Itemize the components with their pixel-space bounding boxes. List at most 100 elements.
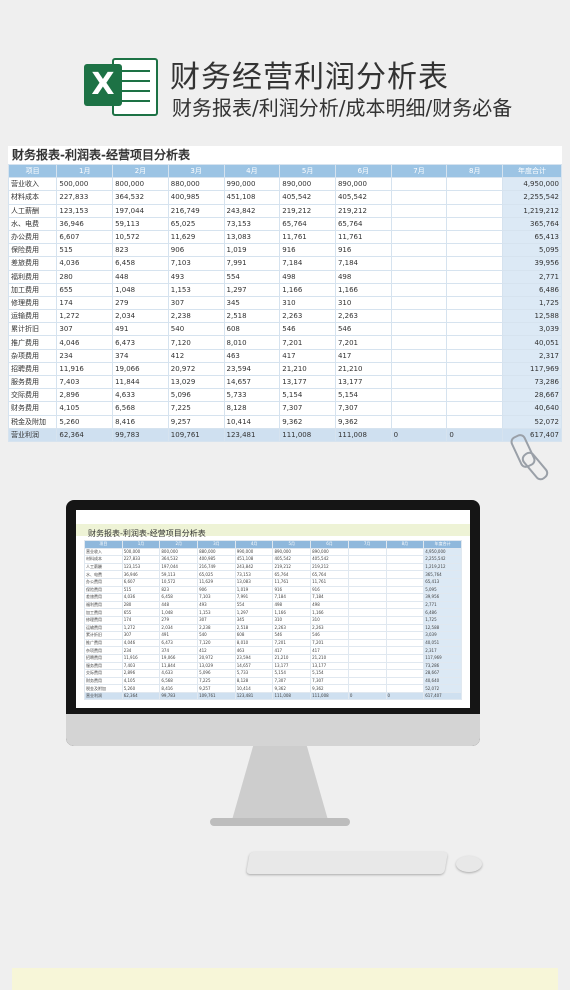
spreadsheet: 财务报表-利润表-经营项目分析表 项目 1月 2月 3月 4月 5月 6月 7月 8月 年度合计 …: [7, 146, 562, 442]
mini-table-cell: [347, 661, 387, 671]
mini-table-cell: 5,154: [310, 669, 349, 678]
mini-table-cell: 493: [197, 600, 236, 610]
column-header: 6月: [334, 163, 392, 179]
mini-row-label: 税金及附加: [84, 684, 123, 693]
mini-table-cell: 52,072: [423, 684, 462, 693]
mini-table-cell: 13,177: [310, 661, 349, 671]
table-cell: 4,046: [56, 335, 114, 350]
mini-table-cell: 62,364: [121, 691, 161, 701]
mini-table-cell: 23,594: [234, 653, 274, 663]
mini-table-row: 福利费用 280 448 493 554 498 498 2,771: [84, 600, 462, 610]
mini-table-cell: 11,916: [121, 653, 161, 663]
table-cell: 0: [446, 427, 504, 442]
table-row: 加工费用 655 1,048 1,153 1,297 1,166 1,166 6,486: [7, 282, 562, 297]
table-cell: [390, 374, 448, 390]
table-cell: [390, 243, 448, 258]
table-row: 推广费用 4,046 6,473 7,120 8,010 7,201 7,201 40,051: [7, 335, 562, 350]
mini-table-cell: 307: [197, 615, 236, 625]
table-cell: 9,362: [334, 414, 392, 429]
table-cell: 8,416: [112, 414, 169, 429]
table-cell: 7,184: [279, 256, 336, 271]
table-cell: 4,950,000: [502, 177, 562, 192]
mini-table-cell: [347, 585, 387, 595]
mini-table-cell: 405,542: [272, 555, 312, 564]
table-cell: 2,255,542: [502, 190, 562, 205]
table-cell: [390, 322, 448, 337]
row-label: 修理费用: [7, 295, 58, 311]
mini-table-cell: [347, 669, 387, 678]
mini-table-cell: 1,019: [234, 585, 274, 595]
table-cell: 11,761: [279, 229, 336, 245]
mini-row-label: 人工薪酬: [84, 562, 123, 572]
table-cell: 11,761: [334, 229, 392, 245]
table-cell: 12,588: [502, 309, 562, 324]
table-cell: 21,210: [279, 361, 336, 377]
table-cell: [390, 348, 448, 363]
mini-table-cell: 19,066: [159, 653, 199, 663]
mini-table-cell: 73,153: [234, 570, 274, 579]
mini-table-cell: [385, 585, 425, 595]
table-cell: 364,532: [112, 190, 169, 205]
profit-table: 项目 1月 2月 3月 4月 5月 6月 7月 8月 年度合计 营业收入 500,000 800,00…: [7, 163, 562, 442]
table-cell: 374: [112, 348, 169, 363]
table-cell: 6,568: [112, 401, 169, 416]
mini-row-label: 材料成本: [84, 555, 123, 564]
table-cell: [390, 203, 448, 218]
table-cell: 2,263: [334, 309, 392, 324]
mini-row-label: 交际费用: [84, 669, 123, 678]
table-cell: 345: [223, 295, 281, 311]
table-cell: 216,749: [167, 203, 225, 218]
mini-table-cell: [347, 653, 387, 663]
table-cell: 6,458: [112, 256, 169, 271]
mini-row-label: 加工费用: [84, 608, 123, 617]
mini-table-row: 累计折旧 307 491 540 608 546 546 3,039: [84, 631, 462, 640]
mini-table-cell: 500,000: [121, 547, 161, 557]
table-cell: 1,725: [502, 295, 562, 311]
table-cell: 13,083: [223, 229, 281, 245]
mini-table-cell: 451,108: [234, 555, 274, 564]
table-row: 水、电费 36,946 59,113 65,025 73,153 65,764 65,764…: [7, 216, 562, 231]
mini-table-cell: 123,481: [234, 691, 274, 701]
table-cell: [446, 401, 504, 416]
mini-table-cell: [385, 608, 425, 617]
table-cell: [446, 256, 504, 271]
mini-row-label: 运输费用: [84, 623, 123, 633]
row-label: 营业收入: [7, 177, 58, 192]
mini-table-cell: 9,362: [310, 684, 349, 693]
table-cell: 280: [56, 269, 114, 284]
mini-table-cell: 5,095: [423, 585, 462, 595]
table-cell: 109,761: [167, 427, 225, 442]
table-cell: 906: [167, 243, 225, 258]
mini-table-cell: [385, 661, 425, 671]
table-cell: 7,403: [56, 374, 114, 390]
mini-table-cell: 21,210: [272, 653, 312, 663]
row-label: 招聘费用: [7, 361, 58, 377]
mini-table-cell: 0: [347, 691, 387, 701]
table-cell: 7,201: [334, 335, 392, 350]
mini-table-cell: [347, 631, 387, 640]
table-cell: 59,113: [112, 216, 169, 231]
table-cell: 117,969: [502, 361, 562, 377]
table-cell: 365,764: [502, 216, 562, 231]
row-label: 材料成本: [7, 190, 58, 205]
mini-table-cell: 28,667: [423, 669, 462, 678]
row-label: 服务费用: [7, 374, 58, 390]
mini-table-cell: [347, 547, 387, 557]
table-cell: 243,842: [223, 203, 281, 218]
table-cell: 8,128: [223, 401, 281, 416]
table-row: 营业利润 62,364 99,783 109,761 123,481 111,008 111…: [7, 427, 562, 442]
mini-table-row: 财务费用 4,105 6,568 7,225 8,128 7,307 7,307 40,640: [84, 676, 462, 686]
mini-table-cell: 310: [310, 615, 349, 625]
table-cell: 7,307: [334, 401, 392, 416]
table-cell: 39,956: [502, 256, 562, 271]
mini-table-cell: 111,008: [272, 691, 312, 701]
mini-profit-table: 项目 1月 2月 3月 4月 5月 6月 7月 8月 年度合计 营业收入 500,000 800,00…: [84, 540, 462, 701]
mini-table-cell: 7,991: [234, 593, 274, 602]
mini-table-cell: 1,272: [121, 623, 161, 633]
mini-table-cell: 4,950,000: [423, 547, 462, 557]
table-cell: 1,048: [112, 282, 169, 297]
table-row: 财务费用 4,105 6,568 7,225 8,128 7,307 7,307 40,640: [7, 401, 562, 416]
table-cell: [390, 401, 448, 416]
mini-table-cell: 546: [310, 631, 349, 640]
table-cell: 73,286: [502, 374, 562, 390]
